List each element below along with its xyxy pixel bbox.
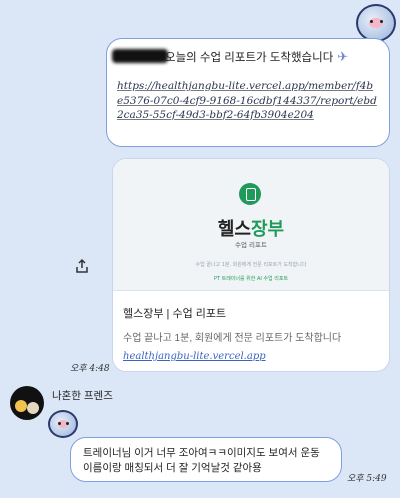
message-text: 오늘의 수업 리포트가 도착했습니다 ✈ (165, 49, 400, 65)
sticker-emoticon[interactable] (356, 4, 396, 42)
brand-accent: 장부 (251, 219, 285, 239)
sticker-eye (379, 19, 383, 23)
brand-tagline: PT 트레이너를 위한 AI 수업 리포트 (213, 276, 289, 282)
preview-url[interactable]: healthjangbu-lite.vercel.app (123, 351, 266, 362)
sticker-eye (369, 19, 373, 23)
message-text: 트레이너님 이거 너무 조아여ㅋㅋ이미지도 보여서 운동 이름이랑 매칭되서 더… (83, 447, 320, 474)
redacted-name-block (112, 49, 168, 63)
received-message-bubble[interactable]: 트레이너님 이거 너무 조아여ㅋㅋ이미지도 보여서 운동 이름이랑 매칭되서 더… (70, 437, 342, 482)
sticker-eye (65, 421, 69, 425)
link-preview-card[interactable]: 헬스장부 수업 리포트 수업 끝나고 1분, 회원에게 전문 리포트가 도착합니… (112, 158, 390, 372)
preview-description: 수업 끝나고 1분, 회원에게 전문 리포트가 도착합니다 (123, 333, 342, 344)
brand-name: 헬스장부 (113, 215, 389, 241)
link-preview-image: 헬스장부 수업 리포트 수업 끝나고 1분, 회원에게 전문 리포트가 도착합니… (113, 159, 389, 291)
avatar-character (15, 400, 27, 412)
share-icon[interactable] (74, 258, 90, 274)
phone-logo-icon (239, 183, 261, 205)
preview-title: 헬스장부 | 수업 리포트 (123, 308, 227, 320)
avatar-character (27, 402, 39, 414)
brand-description: 수업 끝나고 1분, 회원에게 전문 리포트가 도착합니다 (195, 262, 307, 268)
avatar[interactable] (10, 386, 44, 420)
message-text-content: 오늘의 수업 리포트가 도착했습니다 (165, 52, 334, 64)
message-timestamp: 오후 4:48 (70, 364, 110, 374)
paper-plane-icon: ✈ (337, 49, 349, 64)
sender-name: 나혼한 프렌즈 (52, 390, 113, 402)
brand-subtitle: 수업 리포트 (235, 241, 267, 249)
brand-prefix: 헬스 (217, 219, 251, 239)
sticker-emoticon[interactable] (48, 410, 78, 438)
message-timestamp: 오후 5:49 (347, 474, 387, 484)
report-link[interactable]: https://healthjangbu-lite.vercel.app/mem… (117, 79, 379, 123)
